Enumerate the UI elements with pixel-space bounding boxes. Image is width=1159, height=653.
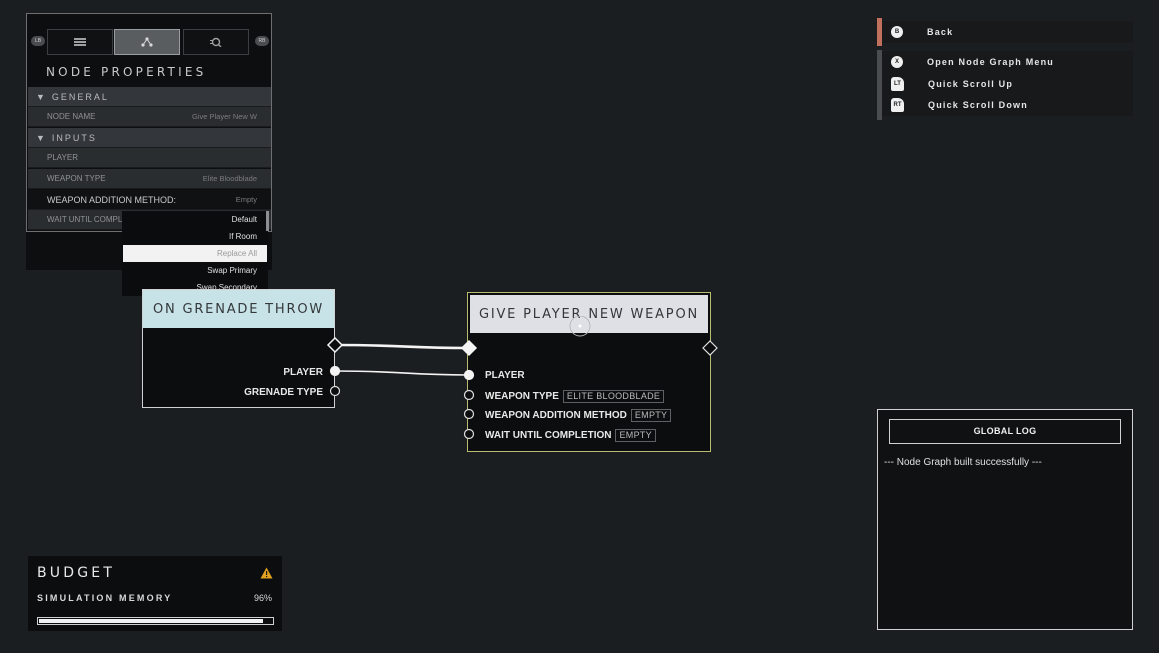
output-label-player: PLAYER	[283, 367, 323, 378]
weapon-type-in-pin-icon[interactable]	[463, 389, 475, 401]
player-out-pin-icon[interactable]	[329, 365, 341, 377]
exec-wire	[334, 343, 469, 350]
warning-icon	[260, 567, 273, 579]
control-quick-scroll-down[interactable]: RT Quick Scroll Down	[882, 94, 1133, 116]
global-log-button[interactable]: GLOBAL LOG	[889, 419, 1121, 444]
budget-title: BUDGET	[37, 565, 116, 581]
control-label: Back	[927, 27, 954, 37]
exec-in-pin-icon[interactable]	[460, 339, 478, 357]
grenade-type-out-pin-icon[interactable]	[329, 385, 341, 397]
player-in-pin-icon[interactable]	[463, 369, 475, 381]
log-message: --- Node Graph built successfully ---	[884, 457, 1042, 468]
control-quick-scroll-up[interactable]: LT Quick Scroll Up	[882, 73, 1133, 95]
node-title[interactable]: ON GRENADE THROW	[143, 290, 334, 328]
control-back[interactable]: B Back	[882, 21, 1133, 43]
control-label: Quick Scroll Up	[928, 79, 1014, 89]
wait-in-pin-icon[interactable]	[463, 428, 475, 440]
output-label-grenade-type: GRENADE TYPE	[244, 387, 323, 398]
exec-out-pin-icon[interactable]	[702, 340, 718, 356]
simulation-memory-bar	[37, 617, 274, 625]
global-log-panel: GLOBAL LOG --- Node Graph built successf…	[877, 409, 1133, 630]
lt-trigger-icon: LT	[891, 77, 904, 91]
controls-legend: B Back X Open Node Graph Menu LT Quick S…	[877, 18, 1133, 120]
control-label: Open Node Graph Menu	[927, 57, 1055, 67]
control-open-node-graph-menu[interactable]: X Open Node Graph Menu	[882, 51, 1133, 73]
simulation-memory-value: 96%	[253, 593, 272, 603]
rt-trigger-icon: RT	[891, 98, 904, 112]
player-wire	[334, 370, 469, 376]
b-button-icon: B	[891, 26, 903, 38]
addition-method-in-pin-icon[interactable]	[463, 408, 475, 420]
node-on-grenade-throw[interactable]: ON GRENADE THROW PLAYER GRENADE TYPE	[142, 289, 335, 408]
control-label: Quick Scroll Down	[928, 100, 1028, 110]
exec-out-pin-icon[interactable]	[326, 336, 344, 354]
budget-panel: BUDGET SIMULATION MEMORY 96%	[28, 556, 282, 631]
grenade-node-pins	[326, 336, 344, 397]
simulation-memory-fill	[39, 619, 263, 623]
give-weapon-node-pins	[460, 316, 718, 440]
x-button-icon: X	[891, 56, 903, 68]
simulation-memory-label: SIMULATION MEMORY	[37, 593, 173, 603]
cursor-dot-icon	[578, 324, 582, 328]
